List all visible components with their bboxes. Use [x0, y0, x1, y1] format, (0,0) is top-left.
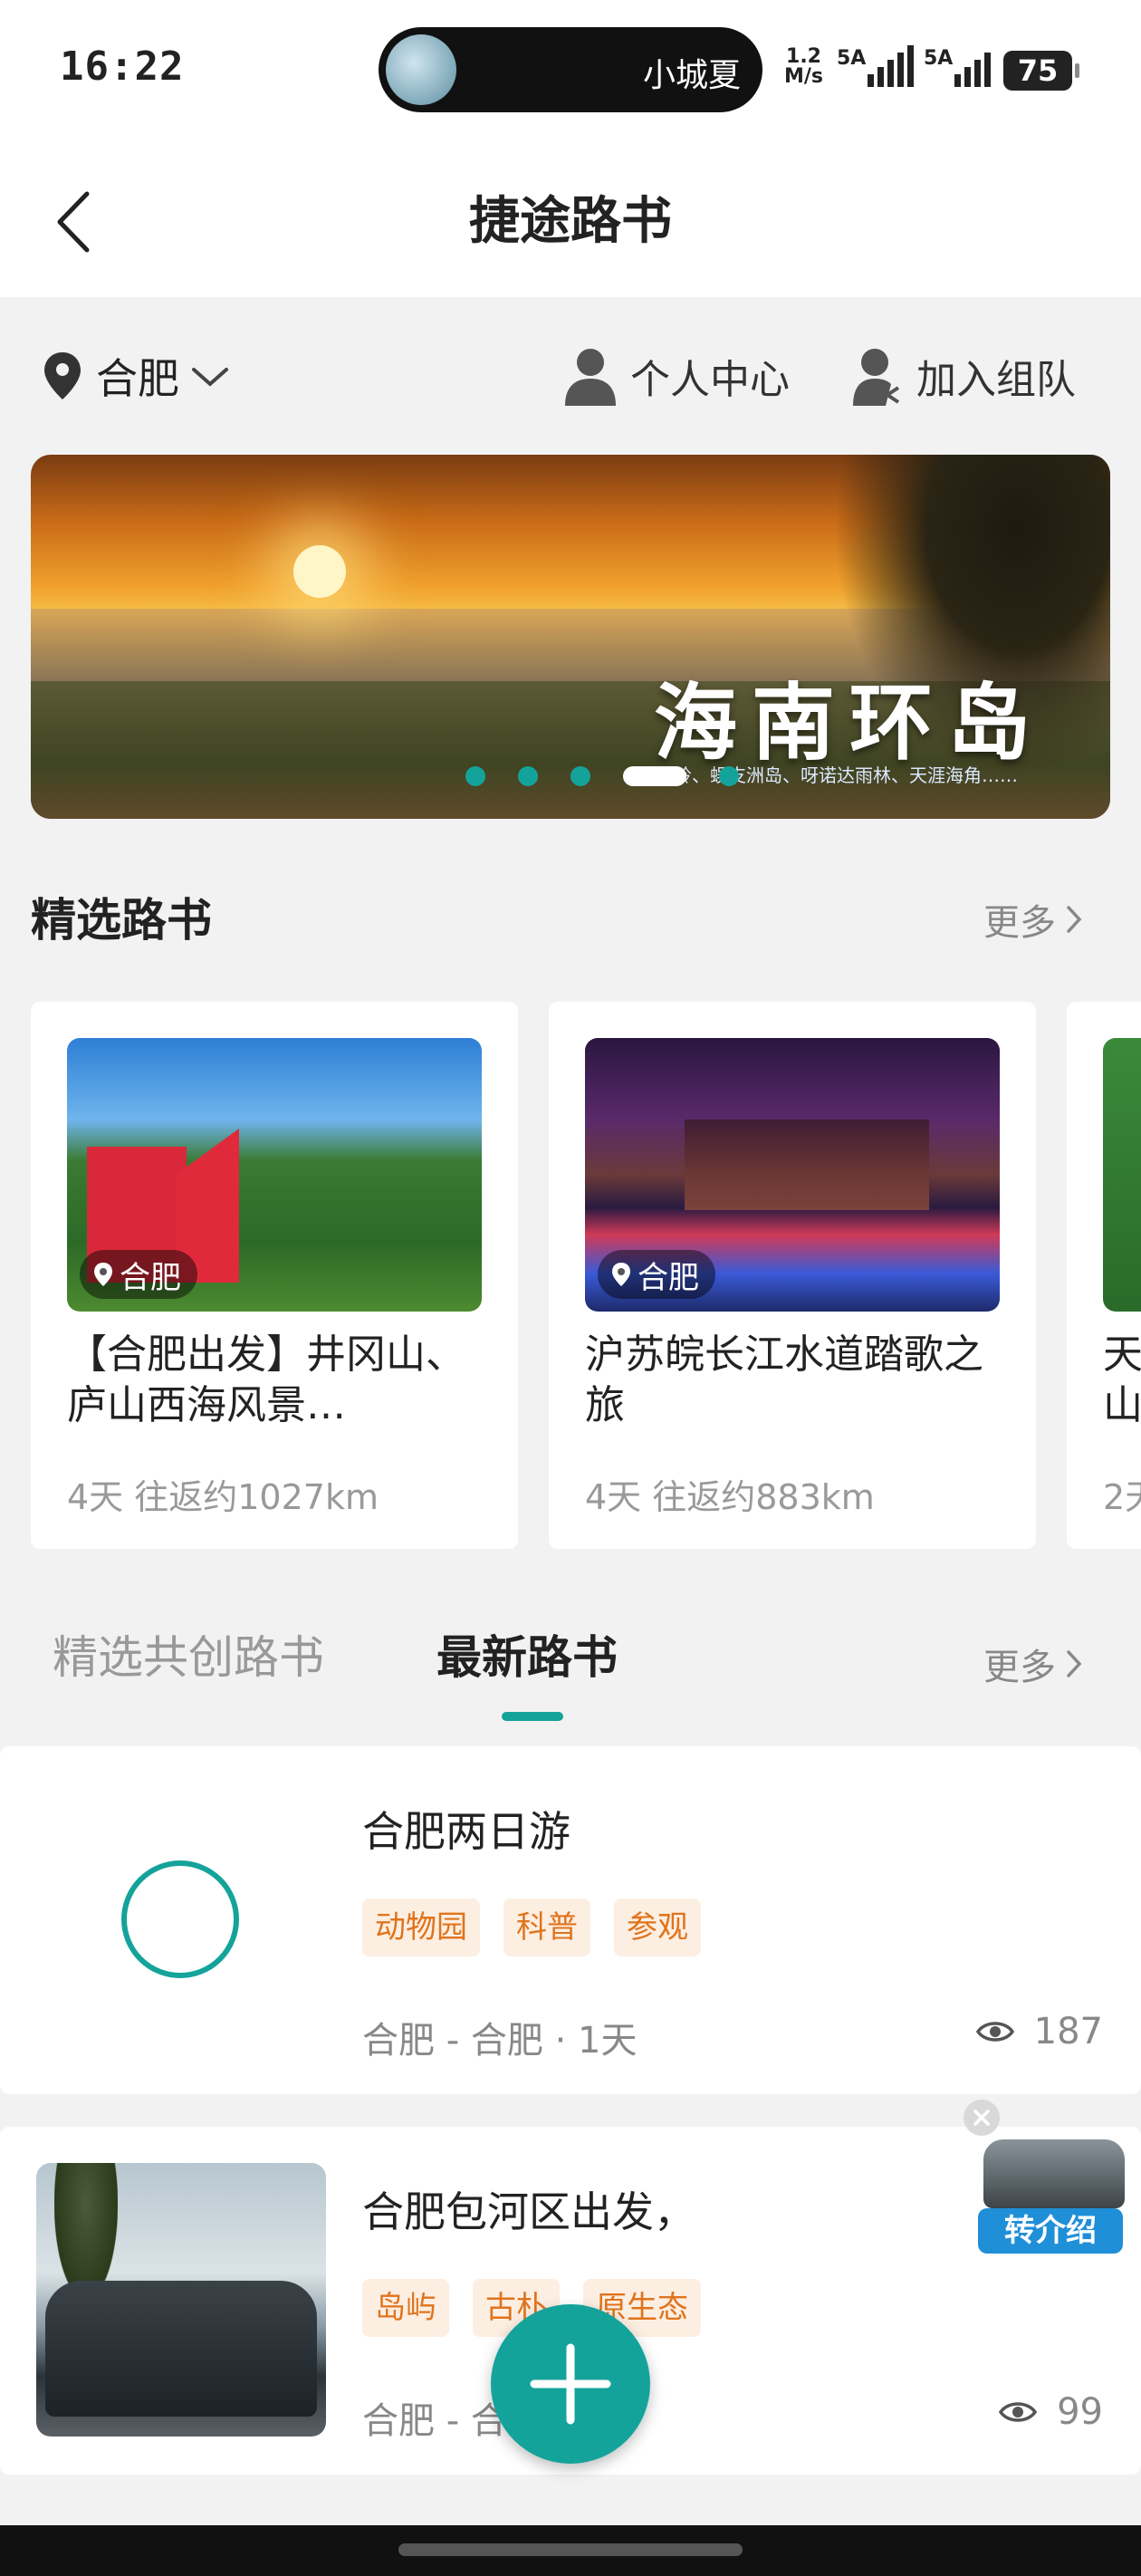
featured-carousel[interactable]: 合肥 【合肥出发】井冈山、庐山西海风景… 4天 往返约1027km 合肥 沪苏皖…	[0, 1002, 1141, 1549]
close-button[interactable]	[964, 2100, 1000, 2136]
location-pin-icon	[44, 352, 81, 399]
building-shape	[685, 1120, 929, 1210]
card-image: 合肥	[585, 1038, 1000, 1312]
signal-bars-1-icon	[868, 43, 914, 87]
loading-spinner-icon	[121, 1860, 239, 1978]
chevron-right-icon	[1067, 1650, 1082, 1677]
album-art	[386, 34, 456, 105]
location-pin-icon	[612, 1263, 630, 1286]
city-name: 合肥	[96, 354, 179, 403]
tag-chip: 科普	[503, 1898, 590, 1956]
view-count: 99	[999, 2391, 1103, 2433]
tag-chip: 参观	[614, 1898, 701, 1956]
media-island[interactable]: 小城夏	[379, 27, 762, 112]
referral-label: 转介绍	[978, 2208, 1123, 2254]
location-pin-icon	[94, 1263, 112, 1286]
featured-more-link[interactable]: 更多	[983, 893, 1083, 946]
card-image: 合肥	[67, 1038, 482, 1312]
signal-bars-2-icon	[954, 43, 991, 87]
page-title: 捷途路书	[469, 192, 672, 251]
close-icon	[973, 2110, 990, 2126]
system-nav-bar	[0, 2525, 1141, 2576]
featured-card[interactable]: 合肥 沪苏皖长江水道踏歌之旅 4天 往返约883km	[549, 1002, 1036, 1549]
location-tag: 合肥	[598, 1250, 715, 1299]
list-item[interactable]: 合肥两日游 动物园 科普 参观 合肥 - 合肥 · 1天 187	[0, 1746, 1141, 2094]
card-title: 【合肥出发】井冈山、庐山西海风景…	[67, 1331, 465, 1428]
card-meta: 4天 往返约1027km	[67, 1477, 379, 1517]
car-shape	[45, 2281, 317, 2417]
view-count: 187	[975, 2011, 1103, 2052]
featured-heading: 精选路书	[31, 894, 212, 947]
carousel-indicator	[465, 766, 739, 786]
card-image	[1103, 1038, 1141, 1312]
carousel-dot[interactable]	[623, 766, 686, 786]
item-thumbnail	[36, 2163, 326, 2437]
view-count-value: 187	[1033, 2011, 1103, 2052]
chevron-right-icon	[1067, 906, 1082, 933]
net-speed-unit: M/s	[784, 65, 824, 88]
carousel-dot[interactable]	[518, 766, 538, 786]
active-tab-indicator	[502, 1712, 563, 1721]
tabs-more-label: 更多	[983, 1647, 1056, 1688]
tab-co-created[interactable]: 精选共创路书	[53, 1612, 324, 1703]
banner-sun	[293, 545, 346, 598]
card-meta: 2天	[1103, 1477, 1141, 1517]
eye-icon	[975, 2022, 1014, 2042]
featured-card[interactable]: 合肥 【合肥出发】井冈山、庐山西海风景… 4天 往返约1027km	[31, 1002, 518, 1549]
media-title: 小城夏	[642, 57, 741, 94]
net-speed: 1.2 M/s	[784, 47, 823, 87]
location-tag-label: 合肥	[120, 1259, 181, 1296]
card-title: 沪苏皖长江水道踏歌之旅	[585, 1331, 983, 1428]
car-image	[983, 2139, 1125, 2208]
create-roadbook-button[interactable]	[491, 2304, 650, 2464]
sim2-label: 5A	[924, 47, 954, 70]
chevron-down-icon	[192, 368, 228, 387]
location-tag-label: 合肥	[638, 1259, 699, 1296]
card-title: 天山	[1103, 1331, 1141, 1428]
plus-icon	[530, 2343, 611, 2425]
tabs-more-link[interactable]: 更多	[983, 1638, 1083, 1690]
join-team-icon	[853, 349, 900, 406]
location-tag: 合肥	[80, 1250, 197, 1299]
featured-card[interactable]: 天山 2天	[1067, 1002, 1141, 1549]
tag-chip: 岛屿	[362, 2279, 449, 2337]
home-indicator[interactable]	[398, 2543, 743, 2556]
referral-widget[interactable]: 转介绍	[964, 2100, 1134, 2259]
list-tabs: 精选共创路书 最新路书 更多	[0, 1612, 1141, 1721]
battery-icon: 75	[1003, 51, 1079, 91]
item-title: 合肥两日游	[362, 1807, 570, 1856]
carousel-dot[interactable]	[570, 766, 590, 786]
item-title: 合肥包河区出发，	[362, 2187, 695, 2236]
nav-bar: 捷途路书	[0, 145, 1141, 297]
join-team-label: 加入组队	[916, 357, 1076, 403]
person-icon	[565, 349, 616, 406]
net-speed-value: 1.2	[786, 45, 821, 68]
tree-shape	[54, 2163, 118, 2299]
clock: 16:22	[60, 43, 185, 90]
promo-banner[interactable]: 海南环岛 …岭、蜈支洲岛、呀诺达雨林、天涯海角……	[31, 455, 1110, 819]
status-bar: 16:22 小城夏 1.2 M/s 5A 5A 75	[0, 0, 1141, 145]
join-team-link[interactable]: 加入组队	[851, 335, 1076, 417]
tab-latest[interactable]: 最新路书	[436, 1612, 618, 1703]
featured-more-label: 更多	[983, 902, 1056, 944]
carousel-dot[interactable]	[719, 766, 739, 786]
item-tags: 动物园 科普 参观	[362, 1898, 701, 1956]
personal-center-label: 个人中心	[630, 357, 790, 403]
view-count-value: 99	[1057, 2391, 1103, 2433]
tag-chip: 动物园	[362, 1898, 480, 1956]
eye-icon	[999, 2402, 1038, 2422]
sim1-label: 5A	[837, 47, 867, 70]
banner-title: 海南环岛	[654, 675, 1046, 772]
city-selector[interactable]: 合肥	[40, 335, 230, 417]
location-row: 合肥 个人中心 加入组队	[0, 335, 1141, 417]
personal-center-link[interactable]: 个人中心	[563, 335, 790, 417]
card-meta: 4天 往返约883km	[585, 1477, 875, 1517]
item-route: 合肥 - 合肥 · 1天	[362, 2020, 638, 2062]
carousel-dot[interactable]	[465, 766, 485, 786]
